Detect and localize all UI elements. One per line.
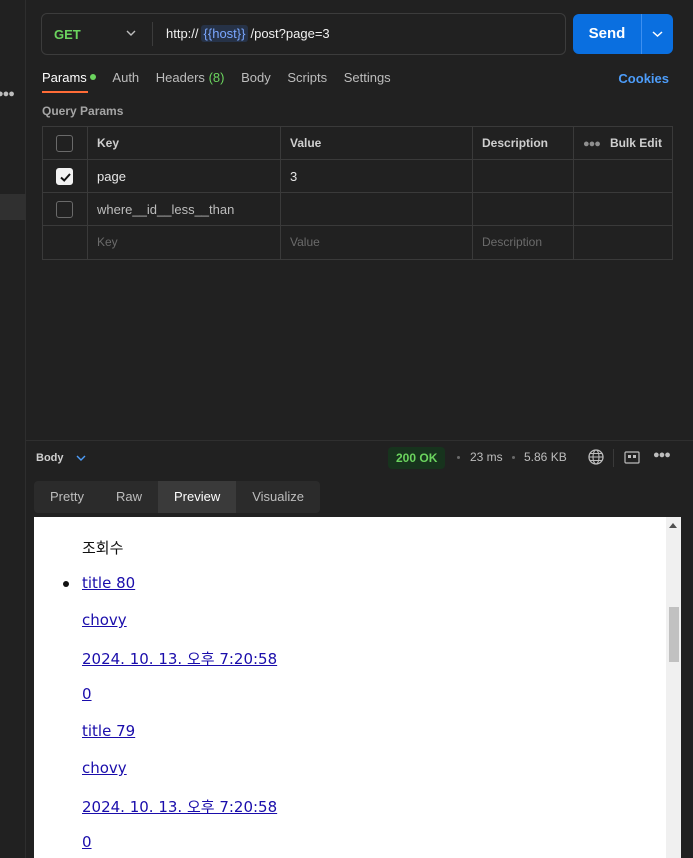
response-size[interactable]: 5.86 KB bbox=[524, 450, 567, 464]
response-time[interactable]: 23 ms bbox=[470, 450, 503, 464]
post-date-link[interactable]: 2024. 10. 13. 오후 7:20:58 bbox=[82, 648, 277, 669]
more-options-icon[interactable]: ●●● bbox=[653, 449, 671, 461]
param-key-input[interactable]: page bbox=[88, 160, 281, 193]
header-value: Value bbox=[281, 127, 473, 160]
method-select[interactable]: GET bbox=[54, 27, 81, 42]
param-value-input[interactable]: 3 bbox=[281, 160, 473, 193]
chevron-down-icon[interactable] bbox=[126, 28, 136, 38]
new-key-input[interactable]: Key bbox=[88, 226, 281, 259]
list-bullet bbox=[63, 581, 69, 587]
table-row-new: Key Value Description bbox=[43, 226, 672, 259]
new-value-input[interactable]: Value bbox=[281, 226, 473, 259]
sidebar-selected-item[interactable] bbox=[0, 194, 26, 220]
tab-headers[interactable]: Headers (8) bbox=[156, 70, 225, 85]
tab-label: Params bbox=[42, 70, 87, 85]
scrollbar-thumb[interactable] bbox=[669, 607, 679, 662]
url-divider bbox=[152, 22, 153, 46]
row-checkbox[interactable] bbox=[56, 168, 73, 185]
param-row-actions bbox=[574, 226, 674, 259]
separator-dot bbox=[512, 456, 515, 459]
post-views-link[interactable]: 0 bbox=[82, 833, 92, 851]
url-bar: GET http://{{host}}/post?page=3 bbox=[41, 13, 566, 55]
tab-scripts[interactable]: Scripts bbox=[287, 70, 327, 85]
toolbar-divider bbox=[613, 449, 614, 467]
url-variable[interactable]: {{host}} bbox=[200, 25, 249, 42]
post-title-link[interactable]: title 79 bbox=[82, 722, 135, 740]
save-response-icon[interactable] bbox=[624, 451, 640, 464]
params-active-dot bbox=[89, 74, 96, 80]
active-tab-indicator bbox=[42, 91, 88, 93]
more-options-icon[interactable]: ●●● bbox=[0, 88, 15, 100]
header-description: Description bbox=[473, 127, 574, 160]
param-value-input[interactable] bbox=[281, 193, 473, 226]
url-suffix: /post?page=3 bbox=[250, 26, 330, 41]
request-tabs: Params Auth Headers (8) Body Scripts Set… bbox=[42, 70, 404, 90]
preview-heading: 조회수 bbox=[82, 539, 124, 557]
post-author-link[interactable]: chovy bbox=[82, 611, 127, 629]
header-key: Key bbox=[88, 127, 281, 160]
scroll-up-icon[interactable] bbox=[669, 523, 677, 528]
response-bar: Body 200 OK 23 ms 5.86 KB ●●● bbox=[26, 440, 693, 478]
post-views-link[interactable]: 0 bbox=[82, 685, 92, 703]
globe-icon[interactable] bbox=[587, 448, 605, 466]
tab-label: Headers bbox=[155, 70, 205, 85]
row-select-cell bbox=[43, 193, 88, 226]
tab-body[interactable]: Body bbox=[241, 70, 271, 85]
tab-raw[interactable]: Raw bbox=[100, 481, 158, 513]
select-all-cell bbox=[43, 127, 88, 160]
collections-sidebar: ●●● bbox=[0, 0, 26, 858]
param-key-input[interactable]: where__id__less__than bbox=[88, 193, 281, 226]
row-checkbox[interactable] bbox=[56, 201, 73, 218]
bulk-edit-button[interactable]: ●●● Bulk Edit bbox=[574, 127, 674, 160]
tab-preview[interactable]: Preview bbox=[157, 481, 237, 513]
status-badge[interactable]: 200 OK bbox=[388, 447, 446, 469]
param-row-actions bbox=[574, 193, 674, 226]
query-params-title: Query Params bbox=[42, 104, 124, 118]
checkmark-icon bbox=[60, 173, 71, 182]
post-date-link[interactable]: 2024. 10. 13. 오후 7:20:58 bbox=[82, 796, 277, 817]
bulk-edit-label: Bulk Edit bbox=[609, 136, 662, 150]
param-description-input[interactable] bbox=[473, 160, 574, 193]
tab-params[interactable]: Params bbox=[42, 70, 96, 85]
query-params-table: Key Value Description ●●● Bulk Edit page … bbox=[42, 126, 673, 260]
more-options-icon: ●●● bbox=[583, 138, 601, 150]
response-preview: 조회수 title 80 chovy 2024. 10. 13. 오후 7:20… bbox=[34, 517, 666, 858]
row-select-cell bbox=[43, 160, 88, 193]
param-row-actions bbox=[574, 160, 674, 193]
chevron-down-icon bbox=[652, 31, 663, 38]
chevron-down-icon[interactable] bbox=[76, 454, 86, 462]
param-description-input[interactable] bbox=[473, 193, 574, 226]
table-row: page 3 bbox=[43, 160, 672, 193]
preview-scrollbar[interactable] bbox=[666, 517, 681, 858]
url-prefix: http:// bbox=[166, 26, 199, 41]
table-header-row: Key Value Description ●●● Bulk Edit bbox=[43, 127, 672, 160]
new-description-input[interactable]: Description bbox=[473, 226, 574, 259]
response-body-dropdown[interactable]: Body bbox=[36, 452, 64, 464]
response-view-tabs: Pretty Raw Preview Visualize bbox=[34, 481, 321, 513]
select-all-checkbox[interactable] bbox=[56, 135, 73, 152]
headers-count: (8) bbox=[208, 70, 225, 85]
tab-pretty[interactable]: Pretty bbox=[34, 481, 100, 513]
tab-settings[interactable]: Settings bbox=[344, 70, 391, 85]
separator-dot bbox=[457, 456, 460, 459]
tab-auth[interactable]: Auth bbox=[112, 70, 139, 85]
tab-visualize[interactable]: Visualize bbox=[236, 481, 320, 513]
cookies-link[interactable]: Cookies bbox=[618, 71, 669, 86]
post-author-link[interactable]: chovy bbox=[82, 759, 127, 777]
send-options-button[interactable] bbox=[641, 14, 673, 54]
table-row: where__id__less__than bbox=[43, 193, 672, 226]
send-button[interactable]: Send bbox=[573, 14, 641, 54]
url-input[interactable]: http://{{host}}/post?page=3 bbox=[166, 25, 330, 42]
post-title-link[interactable]: title 80 bbox=[82, 574, 135, 592]
row-select-cell bbox=[43, 226, 88, 259]
